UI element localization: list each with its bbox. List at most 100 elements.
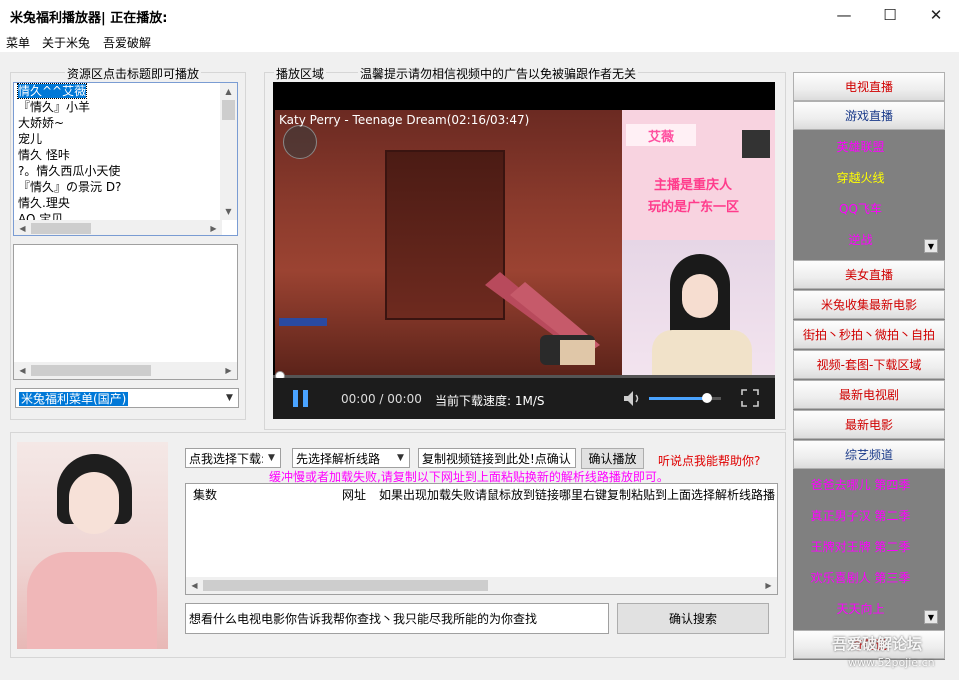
list-item-label: 『情久』小羊 (18, 100, 91, 114)
variety-item-4[interactable]: 欢乐喜剧人 第三季 (793, 569, 928, 586)
list-item[interactable]: 『情久』小羊 (14, 99, 237, 115)
category-select[interactable]: 米兔福利菜单(国产) ▼ (15, 388, 239, 408)
minimap-icon (283, 125, 317, 159)
list-item-label: 情久 怪咔 (18, 148, 70, 162)
line-select[interactable]: 先选择解析线路 ▼ (292, 448, 410, 468)
table-hscroll[interactable]: ◀ ▶ (186, 577, 777, 594)
category-panel: 电视直播 游戏直播 英雄联盟 穿越火线 QQ飞车 逆战 ▼ 美女直播 米兔收集最… (793, 72, 945, 660)
scroll-down-icon[interactable]: ▼ (220, 203, 237, 220)
chevron-down-icon[interactable]: ▼ (221, 389, 238, 407)
scroll-down-icon[interactable]: ▼ (924, 239, 938, 253)
episode-list-hscroll[interactable]: ◀ ▶ (14, 362, 237, 379)
list-item[interactable]: 情久^^艾薇 (14, 83, 237, 99)
movies-button[interactable]: 最新电影 (793, 410, 945, 439)
video-download-button[interactable]: 视频-套图-下载区域 (793, 350, 945, 379)
search-input-text: 想看什么电视电影你告诉我帮你查找丶我只能尽我所能的为你查找 (189, 612, 538, 626)
health-bar (279, 318, 327, 326)
variety-item-3[interactable]: 王牌对王牌 第二季 (793, 538, 928, 555)
list-item[interactable]: 『情久』の景沅 D? (14, 179, 237, 195)
scroll-up-icon[interactable]: ▲ (220, 83, 237, 100)
scroll-left-icon[interactable]: ◀ (14, 362, 31, 379)
resource-list[interactable]: 情久^^艾薇 『情久』小羊 大娇娇~ 宠儿情久 怪咔 ?。情久西瓜小天使 『情久』の景沅 … (13, 82, 238, 236)
pause-icon[interactable] (293, 390, 298, 407)
scroll-right-icon[interactable]: ▶ (760, 577, 777, 594)
resource-list-hscroll[interactable]: ◀ ▶ (14, 220, 222, 235)
menu-item-about[interactable]: 关于米兔 (42, 34, 90, 51)
episode-table[interactable]: 集数 网址 如果出现加载失败请鼠标放到链接哪里右键复制粘贴到上面选择解析线路播 … (185, 483, 778, 595)
list-item-label: 『情久』の景沅 D? (18, 180, 122, 194)
game-item-nizhan[interactable]: 逆战 (793, 231, 928, 248)
chevron-down-icon[interactable]: ▼ (392, 449, 409, 467)
scroll-right-icon[interactable]: ▶ (205, 220, 222, 235)
scroll-thumb[interactable] (222, 100, 235, 120)
photo-body (27, 552, 157, 649)
column-header-episode[interactable]: 集数 (193, 486, 217, 503)
stream-text-2: 玩的是广东一区 (648, 200, 740, 215)
variety-item-2[interactable]: 真正男子汉 第二季 (793, 507, 928, 524)
search-input[interactable]: 想看什么电视电影你告诉我帮你查找丶我只能尽我所能的为你查找 (185, 603, 609, 634)
photo-face (69, 472, 119, 534)
list-item[interactable]: 大娇娇~ (14, 115, 237, 131)
download-select-value: 点我选择下载: (189, 451, 263, 466)
game-item-cf[interactable]: 穿越火线 (793, 169, 928, 186)
variety-item-5[interactable]: 天天向上 (793, 600, 928, 617)
episode-list[interactable]: ◀ ▶ (13, 244, 238, 380)
menu-item-52pojie[interactable]: 吾爱破解 (103, 34, 151, 51)
list-item[interactable]: 宠儿 (14, 131, 237, 147)
variety-item-1[interactable]: 爸爸去哪儿 第四季 (793, 476, 928, 493)
minimize-icon[interactable]: — (821, 0, 867, 30)
fullscreen-icon[interactable] (741, 389, 759, 407)
help-link[interactable]: 听说点我能帮助你? (658, 452, 760, 469)
list-item-label: 情久^^艾薇 (16, 83, 88, 99)
collect-movies-button[interactable]: 米兔收集最新电影 (793, 290, 945, 319)
menu-item-menu[interactable]: 菜单 (6, 34, 30, 51)
scroll-thumb[interactable] (31, 365, 151, 376)
scroll-down-icon[interactable]: ▼ (924, 610, 938, 624)
gun-graphic (485, 272, 600, 365)
video-link-input[interactable]: 复制视频链接到此处!点确认 (418, 448, 576, 468)
confirm-search-button[interactable]: 确认搜索 (617, 603, 769, 634)
resource-list-vscroll[interactable]: ▲ ▼ (220, 83, 237, 220)
player-controls: 00:00 / 00:00 当前下载速度: 1M/S (273, 378, 775, 419)
game-live-button[interactable]: 游戏直播 (793, 101, 945, 130)
stream-text-1: 主播是重庆人 (654, 178, 733, 193)
beauty-live-button[interactable]: 美女直播 (793, 260, 945, 289)
maximize-icon[interactable]: ☐ (867, 0, 913, 30)
title-bar: 米兔福利播放器| 正在播放: — ☐ ✕ (0, 0, 959, 30)
confirm-play-button[interactable]: 确认播放 (581, 448, 644, 469)
scroll-right-icon[interactable]: ▶ (220, 362, 237, 379)
video-frame (275, 110, 623, 378)
game-item-qqspeed[interactable]: QQ飞车 (793, 200, 928, 217)
video-player[interactable]: Katy Perry - Teenage Dream(02:16/03:47) … (273, 82, 775, 419)
volume-knob[interactable] (701, 393, 712, 403)
download-speed: 当前下载速度: 1M/S (435, 394, 545, 408)
scroll-thumb[interactable] (203, 580, 488, 591)
tv-series-button[interactable]: 最新电视剧 (793, 380, 945, 409)
list-item[interactable]: 情久 怪咔 (14, 147, 237, 163)
street-shoot-button[interactable]: 街拍丶秒拍丶微拍丶自拍 (793, 320, 945, 349)
column-header-url[interactable]: 网址 (342, 486, 366, 503)
download-select[interactable]: 点我选择下载: ▼ (185, 448, 281, 468)
variety-button[interactable]: 综艺频道 (793, 440, 945, 469)
player-area-label: 播放区域 (274, 65, 327, 82)
scroll-left-icon[interactable]: ◀ (186, 577, 203, 594)
column-header-note[interactable]: 如果出现加载失败请鼠标放到链接哪里右键复制粘贴到上面选择解析线路播 (379, 486, 775, 503)
pause-icon-bar[interactable] (303, 390, 308, 407)
scroll-thumb[interactable] (31, 223, 91, 234)
streamer-body (652, 330, 752, 380)
window-title: 米兔福利播放器| 正在播放: (10, 11, 168, 26)
category-select-value: 米兔福利菜单(国产) (19, 391, 129, 406)
list-item[interactable]: ?。情久西瓜小天使 (14, 163, 237, 179)
list-item[interactable]: 情久.理央 (14, 195, 237, 211)
close-icon[interactable]: ✕ (913, 0, 959, 30)
volume-fill (649, 397, 707, 400)
scroll-left-icon[interactable]: ◀ (14, 220, 31, 235)
chevron-down-icon[interactable]: ▼ (263, 449, 280, 467)
qr-code-icon (742, 130, 770, 158)
tv-live-button[interactable]: 电视直播 (793, 72, 945, 101)
volume-icon[interactable] (623, 390, 643, 407)
list-item-label: 宠儿 (18, 132, 43, 146)
game-item-lol[interactable]: 英雄联盟 (793, 138, 928, 155)
resource-label: 资源区点击标题即可播放 (65, 65, 202, 82)
stream-ad-panel: 艾薇 主播是重庆人 玩的是广东一区 (622, 110, 775, 240)
